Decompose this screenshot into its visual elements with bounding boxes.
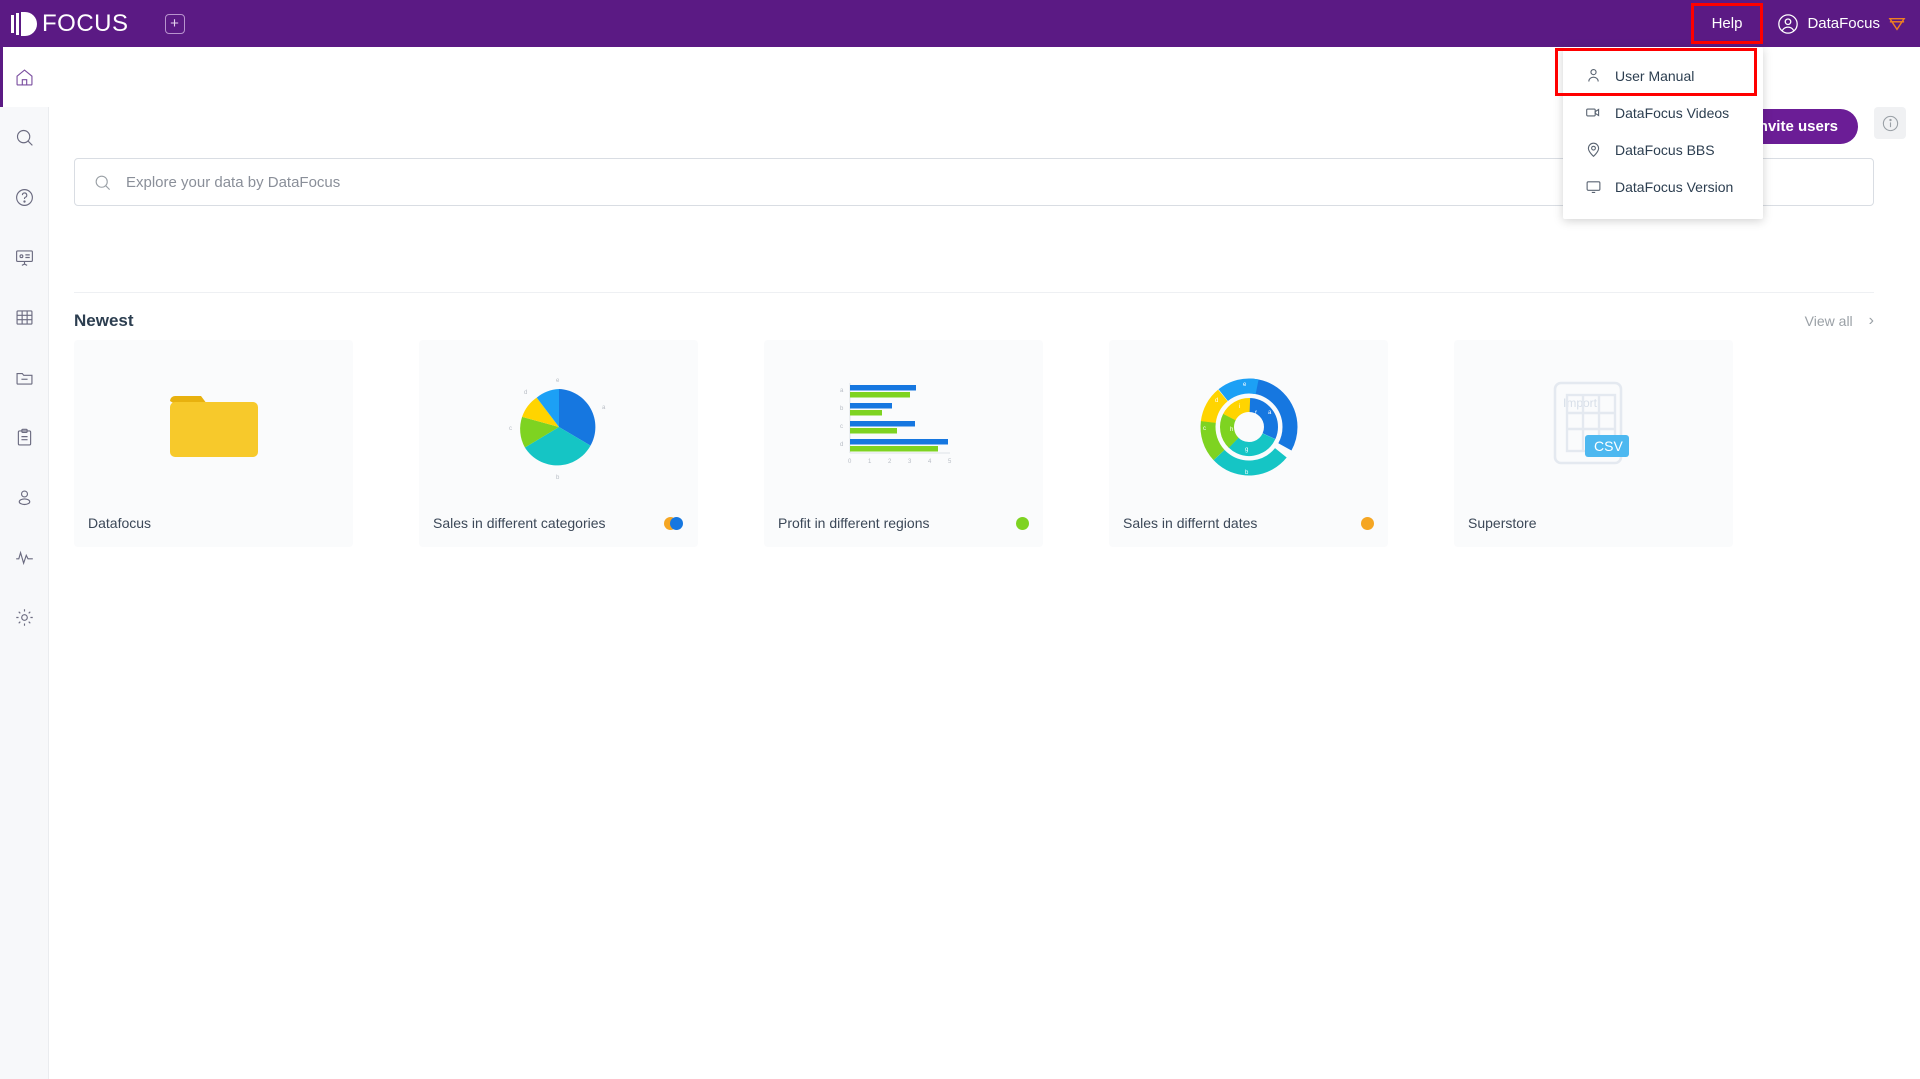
user-name: DataFocus <box>1807 15 1880 32</box>
sidebar-item-help[interactable] <box>0 167 49 227</box>
sidebar-item-users[interactable] <box>0 467 49 527</box>
svg-text:a: a <box>840 388 844 394</box>
svg-text:d: d <box>840 442 843 448</box>
table-grid-icon <box>14 307 35 328</box>
svg-text:5: 5 <box>948 459 952 465</box>
svg-text:4: 4 <box>928 459 932 465</box>
section-header: Newest View all › <box>74 292 1874 331</box>
chevron-right-icon: › <box>1868 312 1874 329</box>
sidebar-item-monitoring[interactable] <box>0 527 49 587</box>
menu-item-datafocus-bbs[interactable]: DataFocus BBS <box>1563 131 1763 168</box>
sidebar-item-tasks[interactable] <box>0 407 49 467</box>
card-label: Superstore <box>1468 515 1537 531</box>
csv-badge-text: CSV <box>1594 438 1623 454</box>
card-item[interactable]: a b c d 0 1 2 3 4 5 Profit in different regions <box>764 340 1043 547</box>
svg-text:c: c <box>840 424 843 430</box>
menu-item-datafocus-version[interactable]: DataFocus Version <box>1563 168 1763 205</box>
monitor-icon <box>1585 178 1602 195</box>
svg-text:h: h <box>1230 427 1233 433</box>
bar-chart-thumb: a b c d 0 1 2 3 4 5 <box>764 340 1043 499</box>
sidebar-item-folder[interactable] <box>0 347 49 407</box>
card-label: Profit in different regions <box>778 515 930 531</box>
app-logo[interactable]: FOCUS <box>10 10 129 38</box>
question-circle-icon <box>14 187 35 208</box>
svg-text:1: 1 <box>868 459 872 465</box>
help-button[interactable]: Help <box>1690 3 1764 44</box>
user-menu[interactable]: DataFocus <box>1777 13 1906 35</box>
info-circle-icon[interactable] <box>1874 107 1906 139</box>
help-label: Help <box>1711 15 1743 32</box>
sidebar-item-tables[interactable] <box>0 287 49 347</box>
location-pin-icon <box>1585 141 1602 158</box>
video-camera-icon <box>1585 104 1602 121</box>
svg-text:b: b <box>840 406 844 412</box>
page-title: Newest <box>74 311 134 330</box>
sidebar-item-settings[interactable] <box>0 587 49 647</box>
donut-chart-thumb: abc de fghi <box>1109 340 1388 499</box>
menu-item-label: DataFocus Videos <box>1615 104 1730 121</box>
logo-text: FOCUS <box>42 9 129 37</box>
top-bar: FOCUS + Help DataFocus <box>0 0 1920 47</box>
donut-chart-icon: abc de fghi <box>1200 378 1297 476</box>
card-label: Sales in different categories <box>433 515 606 531</box>
menu-item-label: User Manual <box>1615 67 1695 84</box>
svg-text:d: d <box>524 390 527 396</box>
bar-chart-icon: a b c d 0 1 2 3 4 5 <box>840 382 952 465</box>
svg-text:c: c <box>509 426 512 432</box>
card-item[interactable]: Import CSV Superstore <box>1454 340 1733 547</box>
search-placeholder: Explore your data by DataFocus <box>126 173 341 191</box>
card-label: Sales in differnt dates <box>1123 515 1258 531</box>
svg-text:2: 2 <box>888 459 892 465</box>
csv-file-icon: Import CSV <box>1553 381 1629 464</box>
sidebar-item-dashboard[interactable] <box>0 227 49 287</box>
folder-icon <box>14 367 35 388</box>
search-icon <box>14 127 35 148</box>
svg-text:a: a <box>602 405 606 411</box>
view-all-link[interactable]: View all › <box>1805 312 1874 330</box>
person-icon <box>1585 67 1602 84</box>
plus-square-icon[interactable]: + <box>164 13 185 34</box>
card-label: Datafocus <box>88 515 152 531</box>
menu-item-label: DataFocus BBS <box>1615 141 1715 158</box>
svg-text:d: d <box>1215 398 1218 404</box>
svg-text:i: i <box>1239 404 1240 410</box>
folder-icon <box>169 395 258 457</box>
folder-thumb <box>74 340 353 499</box>
view-all-label: View all <box>1804 313 1853 329</box>
svg-text:g: g <box>1245 447 1248 453</box>
person-icon <box>14 487 35 508</box>
sidebar-item-home[interactable] <box>0 47 49 107</box>
pie-chart-icon: e a b c d <box>509 378 606 481</box>
card-item[interactable]: e a b c d Sales in different categories <box>419 340 698 547</box>
home-icon <box>14 67 35 88</box>
diamond-icon <box>1888 16 1906 32</box>
help-dropdown-menu[interactable]: User Manual DataFocus Videos DataFocus B… <box>1555 47 1763 219</box>
focus-logo-icon <box>10 10 38 38</box>
svg-text:0: 0 <box>848 459 852 465</box>
presentation-icon <box>14 247 35 268</box>
svg-text:3: 3 <box>908 459 912 465</box>
pulse-icon <box>14 547 35 568</box>
svg-text:c: c <box>1203 426 1206 432</box>
status-badge <box>1361 516 1374 530</box>
search-icon <box>93 173 112 192</box>
pie-chart-thumb: e a b c d <box>419 340 698 499</box>
csv-import-thumb: Import CSV <box>1454 340 1733 499</box>
status-badge <box>664 516 684 530</box>
card-item[interactable]: abc de fghi Sales in differnt dates <box>1109 340 1388 547</box>
clipboard-icon <box>14 427 35 448</box>
menu-item-user-manual[interactable]: User Manual <box>1555 48 1763 96</box>
status-badge <box>1016 516 1029 530</box>
menu-item-label: DataFocus Version <box>1615 178 1734 195</box>
import-text: Import <box>1563 396 1598 410</box>
menu-item-datafocus-videos[interactable]: DataFocus Videos <box>1563 94 1763 131</box>
gear-icon <box>14 607 35 628</box>
left-sidebar <box>0 47 49 1079</box>
svg-text:e: e <box>556 378 560 384</box>
card-grid: Datafocus ea bcd Sales in different cate… <box>74 340 1733 547</box>
card-item[interactable]: Datafocus <box>74 340 353 547</box>
sidebar-item-search[interactable] <box>0 107 49 167</box>
user-circle-icon <box>1777 13 1799 35</box>
svg-text:b: b <box>556 475 560 481</box>
